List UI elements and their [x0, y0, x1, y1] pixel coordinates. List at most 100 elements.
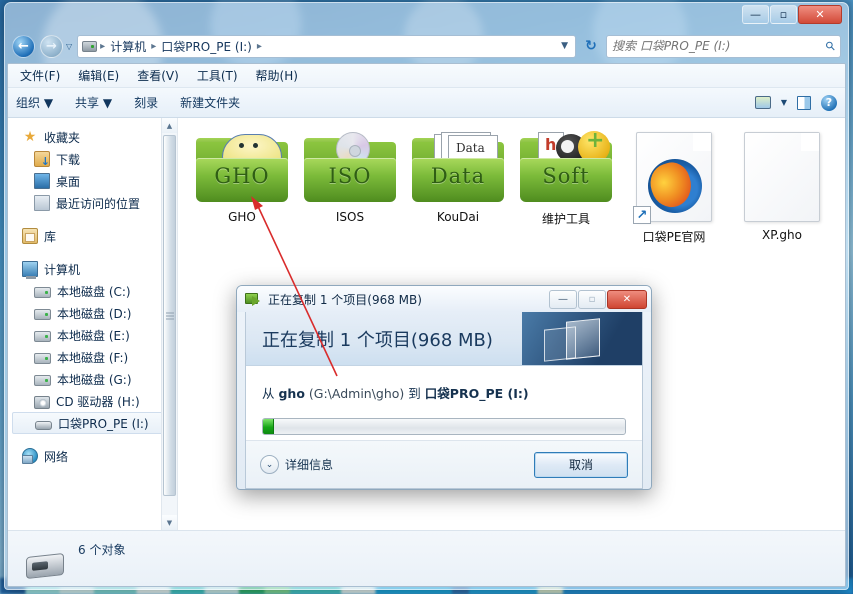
dialog-maximize-button: ▫ — [578, 289, 606, 309]
favorites-star-icon: ★ — [23, 129, 37, 145]
share-button[interactable]: 共享 ▼ — [75, 94, 112, 111]
back-arrow-icon[interactable]: ← — [12, 34, 35, 58]
folder-face-text: Soft — [542, 164, 590, 188]
sidebar-item-recent-places[interactable]: 最近访问的位置 — [8, 192, 177, 214]
icon-grid: GHO GHO ISO ISOS Data Data KouDai h + So… — [188, 128, 845, 245]
view-options-icon[interactable] — [754, 96, 771, 109]
recent-pages-caret-icon[interactable]: ▽ — [66, 42, 72, 51]
doc-face-text: Data — [456, 141, 485, 155]
chevron-down-icon[interactable]: ▼ — [781, 98, 787, 107]
sidebar-item-favorites[interactable]: ★ 收藏夹 — [8, 126, 177, 148]
file-label: GHO — [228, 210, 256, 224]
breadcrumb-sep: ▸ — [100, 40, 106, 52]
new-folder-button[interactable]: 新建文件夹 — [180, 94, 240, 111]
green-folder-soft-icon: Soft — [518, 128, 614, 204]
breadcrumb-computer[interactable]: 计算机 — [108, 37, 148, 56]
navigation-pane: ★ 收藏夹 下载 桌面 最近访问的位置 库 — [8, 118, 178, 530]
menu-edit[interactable]: 编辑(E) — [78, 67, 119, 84]
organize-button[interactable]: 组织 ▼ — [16, 94, 53, 111]
file-item-koudai[interactable]: Data Data KouDai — [404, 132, 512, 245]
sidebar-item-koudai-pro-pe[interactable]: 口袋PRO_PE (I:) — [12, 412, 173, 434]
sidebar-item-label: 桌面 — [56, 174, 81, 189]
file-item-gho[interactable]: GHO GHO — [188, 132, 296, 245]
file-label: 维护工具 — [541, 212, 590, 226]
menu-bar: 文件(F) 编辑(E) 查看(V) 工具(T) 帮助(H) — [8, 64, 845, 88]
preview-pane-icon[interactable] — [797, 95, 811, 110]
firefox-shortcut-icon: ↗ — [633, 132, 712, 224]
file-label: KouDai — [436, 210, 480, 224]
sidebar-item-drive-f[interactable]: 本地磁盘 (F:) — [8, 346, 177, 368]
address-dropdown-icon[interactable]: ▼ — [561, 41, 571, 51]
sidebar-item-label: 本地磁盘 (C:) — [57, 284, 131, 299]
details-label: 详细信息 — [285, 458, 334, 472]
desktop-icon — [34, 173, 50, 189]
file-item-isos[interactable]: ISO ISOS — [296, 132, 404, 245]
sidebar-item-network[interactable]: 网络 — [8, 445, 177, 467]
progress-bar-fill — [263, 419, 274, 434]
dialog-title-text: 正在复制 1 个项目(968 MB) — [268, 292, 422, 307]
close-button[interactable]: ✕ — [798, 5, 842, 24]
forward-arrow-icon[interactable]: → — [40, 34, 63, 58]
file-item-koudai-pe-website[interactable]: ↗ 口袋PE官网 — [620, 132, 728, 245]
usb-drive-icon — [35, 420, 52, 430]
navigation-scrollbar[interactable]: ▲ ▼ — [161, 118, 177, 530]
dialog-footer: ⌄ 详细信息 取消 — [246, 440, 642, 488]
scroll-up-icon[interactable]: ▲ — [162, 118, 177, 133]
sidebar-item-drive-d[interactable]: 本地磁盘 (D:) — [8, 302, 177, 324]
file-label: ISOS — [335, 210, 365, 224]
folder-face-text: ISO — [328, 164, 372, 188]
address-bar[interactable]: ▸ 计算机 ▸ 口袋PRO_PE (I:) ▸ ▼ — [77, 34, 576, 58]
sidebar-item-label: CD 驱动器 (H:) — [56, 394, 140, 409]
sidebar-item-computer[interactable]: 计算机 — [8, 258, 177, 280]
scrollbar-grip-icon — [165, 312, 174, 319]
green-folder-gho-icon: GHO — [194, 132, 290, 204]
scrollbar-thumb[interactable] — [163, 135, 176, 496]
sidebar-item-cd-drive[interactable]: CD 驱动器 (H:) — [8, 390, 177, 412]
sidebar-item-drive-e[interactable]: 本地磁盘 (E:) — [8, 324, 177, 346]
copy-source-destination: 从 gho (G:\Admin\gho) 到 口袋PRO_PE (I:) — [246, 366, 642, 402]
file-item-maintenance-tools[interactable]: Soft 维护工具 — [512, 128, 620, 245]
dialog-title-bar: 正在复制 1 个项目(968 MB) — ▫ ✕ — [237, 286, 651, 312]
source-path: (G:\Admin\gho) — [304, 386, 409, 401]
destination-name: 口袋PRO_PE (I:) — [424, 386, 529, 401]
copy-progress-dialog: 正在复制 1 个项目(968 MB) — ▫ ✕ 正在复制 1 个项目(968 … — [236, 285, 652, 490]
minimize-button[interactable]: — — [742, 5, 769, 24]
chevron-down-icon[interactable]: ⌄ — [260, 455, 279, 474]
search-input[interactable] — [612, 39, 827, 53]
windows-logo-watermark — [522, 312, 642, 365]
menu-help[interactable]: 帮助(H) — [256, 67, 298, 84]
refresh-icon[interactable]: ↻ — [581, 35, 601, 57]
cancel-button[interactable]: 取消 — [534, 451, 628, 478]
sidebar-item-label: 库 — [44, 229, 57, 244]
dialog-minimize-button[interactable]: — — [549, 289, 577, 309]
menu-tools[interactable]: 工具(T) — [197, 67, 238, 84]
hard-drive-icon — [34, 375, 51, 386]
from-prefix: 从 — [262, 386, 279, 401]
copy-icon — [245, 292, 262, 306]
recent-places-icon — [34, 195, 50, 211]
sidebar-item-desktop[interactable]: 桌面 — [8, 170, 177, 192]
sidebar-item-downloads[interactable]: 下载 — [8, 148, 177, 170]
sidebar-item-libraries[interactable]: 库 — [8, 225, 177, 247]
sidebar-item-drive-g[interactable]: 本地磁盘 (G:) — [8, 368, 177, 390]
breadcrumb-drive[interactable]: 口袋PRO_PE (I:) — [159, 37, 254, 56]
downloads-icon — [34, 151, 50, 168]
hard-drive-icon — [34, 331, 51, 342]
drive-icon — [82, 40, 98, 52]
sidebar-item-drive-c[interactable]: 本地磁盘 (C:) — [8, 280, 177, 302]
details-toggle[interactable]: ⌄ 详细信息 — [260, 455, 333, 474]
dialog-close-button[interactable]: ✕ — [607, 289, 647, 309]
search-box[interactable]: ⚲ — [606, 34, 841, 58]
menu-file[interactable]: 文件(F) — [20, 67, 60, 84]
menu-view[interactable]: 查看(V) — [137, 67, 179, 84]
help-icon[interactable]: ? — [821, 94, 837, 111]
progress-area — [246, 402, 642, 435]
burn-button[interactable]: 刻录 — [134, 94, 158, 111]
maximize-button[interactable]: ▫ — [770, 5, 797, 24]
scroll-down-icon[interactable]: ▼ — [162, 515, 177, 530]
dialog-content: 正在复制 1 个项目(968 MB) 从 gho (G:\Admin\gho) … — [245, 312, 643, 489]
file-item-xp-gho[interactable]: XP.gho — [728, 132, 836, 245]
